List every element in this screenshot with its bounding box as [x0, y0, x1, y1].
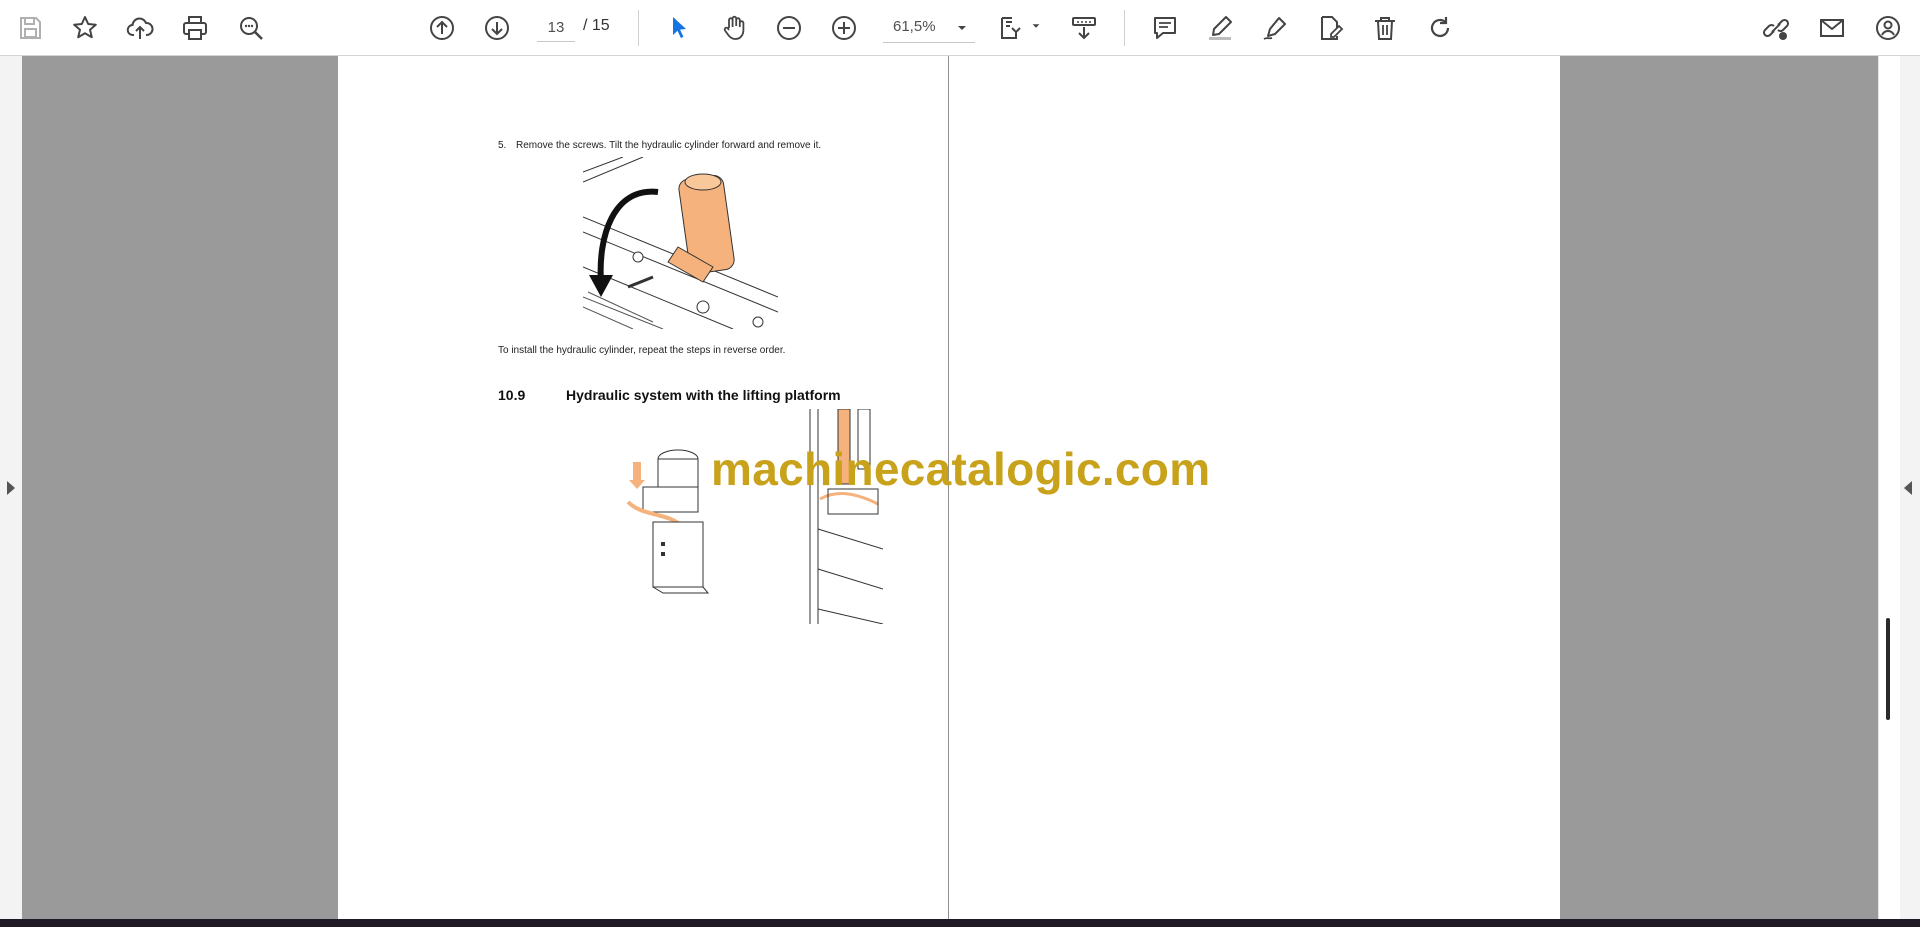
- cloud-upload-icon: [126, 17, 154, 39]
- bookmark-button[interactable]: [67, 10, 103, 46]
- email-button[interactable]: [1814, 10, 1850, 46]
- minus-circle-icon: [777, 16, 801, 40]
- highlighter-icon: [1209, 16, 1232, 40]
- zoom-in-button[interactable]: [826, 10, 862, 46]
- step-text: Remove the screws. Tilt the hydraulic cy…: [516, 140, 822, 151]
- expand-right-panel-icon[interactable]: [1904, 481, 1912, 495]
- scrollbar-thumb[interactable]: [1886, 618, 1890, 720]
- read-mode-button[interactable]: [1066, 10, 1102, 46]
- zoom-value: 61,5%: [893, 18, 936, 35]
- arrow-down-circle-icon: [485, 16, 509, 40]
- section-title: Hydraulic system with the lifting platfo…: [566, 387, 841, 403]
- rotate-button[interactable]: [1422, 10, 1458, 46]
- plus-circle-icon: [832, 16, 856, 40]
- chevron-down-icon: [958, 26, 966, 30]
- save-icon: [20, 17, 41, 39]
- select-tool-button[interactable]: [661, 10, 697, 46]
- trash-icon: [1375, 17, 1395, 40]
- expand-left-panel-icon[interactable]: [7, 481, 15, 495]
- fit-page-button[interactable]: [993, 10, 1029, 46]
- fill-sign-button[interactable]: [1312, 10, 1348, 46]
- fill-sign-icon: [1321, 16, 1344, 40]
- section-number: 10.9: [498, 387, 526, 403]
- hand-icon: [723, 15, 745, 40]
- rotate-icon: [1430, 17, 1450, 37]
- print-button[interactable]: [177, 10, 213, 46]
- upload-button[interactable]: [122, 10, 158, 46]
- save-button[interactable]: [12, 10, 48, 46]
- comment-icon: [1154, 17, 1176, 39]
- pen-icon: [1263, 17, 1286, 40]
- comment-button[interactable]: [1147, 10, 1183, 46]
- hydraulic-cylinder-removal-illustration: [583, 157, 778, 329]
- step-number: 5.: [498, 140, 507, 151]
- page-total: / 15: [583, 17, 610, 34]
- watermark: machinecatalogic.com: [711, 443, 1211, 495]
- taskbar: [0, 919, 1920, 927]
- user-add-icon: [1876, 16, 1900, 40]
- next-page-button[interactable]: [479, 10, 515, 46]
- star-icon: [73, 16, 97, 39]
- envelope-icon: [1820, 19, 1844, 37]
- toolbar-separator: [1124, 10, 1125, 46]
- page-number-input[interactable]: [537, 13, 575, 42]
- zoom-select[interactable]: 61,5%: [883, 13, 975, 43]
- section-heading: 10.9 Hydraulic system with the lifting pl…: [498, 387, 841, 403]
- find-button[interactable]: [233, 10, 269, 46]
- read-mode-icon: [1072, 17, 1096, 40]
- draw-button[interactable]: [1257, 10, 1293, 46]
- toolbar-separator: [638, 10, 639, 46]
- highlight-button[interactable]: [1202, 10, 1238, 46]
- share-link-button[interactable]: [1758, 10, 1794, 46]
- account-button[interactable]: [1870, 10, 1906, 46]
- link-icon: [1762, 18, 1790, 40]
- step-instruction: 5. Remove the screws. Tilt the hydraulic …: [498, 140, 821, 151]
- arrow-up-circle-icon: [430, 16, 454, 40]
- right-panel-gutter: [1878, 56, 1900, 919]
- install-instruction: To install the hydraulic cylinder, repea…: [498, 345, 786, 356]
- delete-button[interactable]: [1367, 10, 1403, 46]
- search-icon: [240, 17, 263, 40]
- toolbar: / 15 61,5%: [0, 0, 1920, 56]
- zoom-out-button[interactable]: [771, 10, 807, 46]
- printer-icon: [183, 16, 207, 40]
- previous-page-button[interactable]: [424, 10, 460, 46]
- fit-page-icon: [1001, 17, 1021, 39]
- cursor-icon: [673, 17, 686, 38]
- hydraulic-pump-illustration: [623, 447, 723, 597]
- chevron-down-icon[interactable]: [1030, 20, 1042, 32]
- hand-tool-button[interactable]: [716, 10, 752, 46]
